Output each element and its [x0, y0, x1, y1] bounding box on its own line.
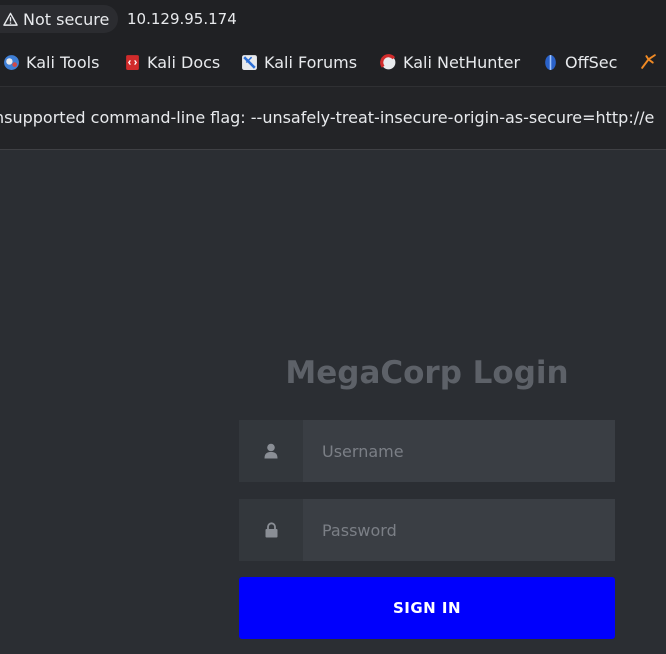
url-field[interactable]: 10.129.95.174	[127, 10, 237, 28]
unsupported-flag-infobar: nsupported command-line flag: --unsafely…	[0, 87, 666, 150]
bookmark-label: Kali Forums	[264, 53, 358, 72]
infobar-message: nsupported command-line flag: --unsafely…	[0, 108, 655, 127]
lock-icon	[265, 522, 277, 538]
password-field	[239, 499, 615, 561]
login-page: MegaCorp Login SIGN IN	[0, 150, 666, 654]
password-addon	[239, 499, 303, 561]
kali-nethunter-icon	[380, 54, 396, 70]
security-indicator[interactable]: Not secure	[0, 5, 119, 33]
bookmark-offsec[interactable]: OffSec	[542, 53, 617, 72]
kali-tools-icon	[4, 55, 19, 70]
username-addon	[239, 420, 303, 482]
sign-in-button[interactable]: SIGN IN	[239, 577, 615, 639]
bookmark-label: OffSec	[565, 53, 618, 72]
bookmark-kali-forums[interactable]: Kali Forums	[241, 53, 357, 72]
bookmark-label: Kali Tools	[26, 53, 100, 72]
username-field	[239, 420, 615, 482]
page-title: MegaCorp Login	[285, 355, 569, 391]
address-bar: Not secure 10.129.95.174	[0, 0, 666, 40]
bookmark-kali-docs[interactable]: Kali Docs	[124, 53, 220, 72]
bookmark-kali-nethunter[interactable]: Kali NetHunter	[380, 53, 520, 72]
bookmarks-bar: Kali Tools Kali Docs Kali Forums Kali Ne…	[0, 40, 666, 87]
security-label: Not secure	[23, 9, 110, 29]
kali-forums-icon	[242, 55, 257, 70]
offsec-icon	[545, 55, 556, 70]
exploit-db-icon	[641, 54, 656, 69]
bookmark-label: Kali Docs	[147, 53, 221, 72]
kali-docs-icon	[126, 55, 139, 70]
bookmark-exploit-db[interactable]	[640, 53, 663, 70]
warning-icon	[3, 12, 18, 26]
username-input[interactable]	[303, 420, 615, 482]
password-input[interactable]	[303, 499, 615, 561]
bookmark-kali-tools[interactable]: Kali Tools	[3, 53, 99, 72]
bookmark-label: Kali NetHunter	[403, 53, 521, 72]
user-icon	[264, 443, 278, 459]
